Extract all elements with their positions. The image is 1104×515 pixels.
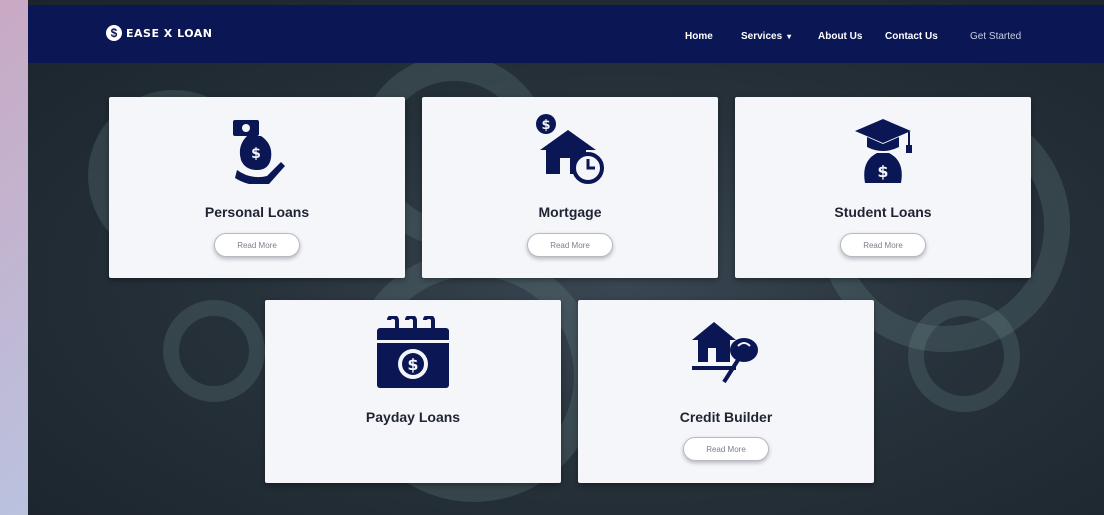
card-title: Personal Loans <box>204 204 310 220</box>
card-student-loans: $ Student Loans Read More <box>735 97 1031 278</box>
card-payday-loans: $ Payday Loans <box>265 300 561 483</box>
navbar: $ EASE X LOAN Home Services ▾ About Us C… <box>28 5 1104 63</box>
read-more-button[interactable]: Read More <box>840 233 926 257</box>
card-title: Student Loans <box>834 204 932 220</box>
hand-money-bag-icon: $ <box>233 120 285 184</box>
read-more-button[interactable]: Read More <box>214 233 300 257</box>
read-more-button[interactable]: Read More <box>527 233 613 257</box>
card-personal-loans: $ Personal Loans Read More <box>109 97 405 278</box>
chevron-down-icon: ▾ <box>787 32 792 41</box>
svg-text:$: $ <box>407 355 418 374</box>
nav-about[interactable]: About Us <box>818 31 862 42</box>
nav-contact[interactable]: Contact Us <box>885 31 938 42</box>
gear-decoration-bottom-left <box>163 300 265 402</box>
house-brush-icon <box>692 322 758 384</box>
read-more-button[interactable]: Read More <box>683 437 769 461</box>
card-mortgage: $ Mortgage Read More <box>422 97 718 278</box>
brand-logo[interactable]: $ EASE X LOAN <box>106 25 213 41</box>
card-credit-builder: Credit Builder Read More <box>578 300 874 483</box>
calendar-dollar-icon: $ <box>377 316 449 388</box>
svg-text:$: $ <box>877 162 888 181</box>
nav-home[interactable]: Home <box>685 31 713 42</box>
graduation-money-bag-icon: $ <box>855 119 912 183</box>
brand-name: EASE X LOAN <box>126 26 213 40</box>
svg-text:$: $ <box>541 118 550 133</box>
nav-services-label: Services <box>741 31 783 42</box>
card-title: Credit Builder <box>679 409 773 425</box>
house-clock-coin-icon: $ <box>536 114 604 184</box>
nav-get-started[interactable]: Get Started <box>970 31 1021 42</box>
svg-text:$: $ <box>251 146 261 162</box>
card-title: Payday Loans <box>365 409 461 425</box>
card-title: Mortgage <box>538 204 602 220</box>
gear-decoration-far-right <box>908 300 1020 412</box>
hero-section: $ EASE X LOAN Home Services ▾ About Us C… <box>28 0 1104 515</box>
nav-services[interactable]: Services ▾ <box>741 31 791 42</box>
dollar-coin-icon: $ <box>106 25 122 41</box>
